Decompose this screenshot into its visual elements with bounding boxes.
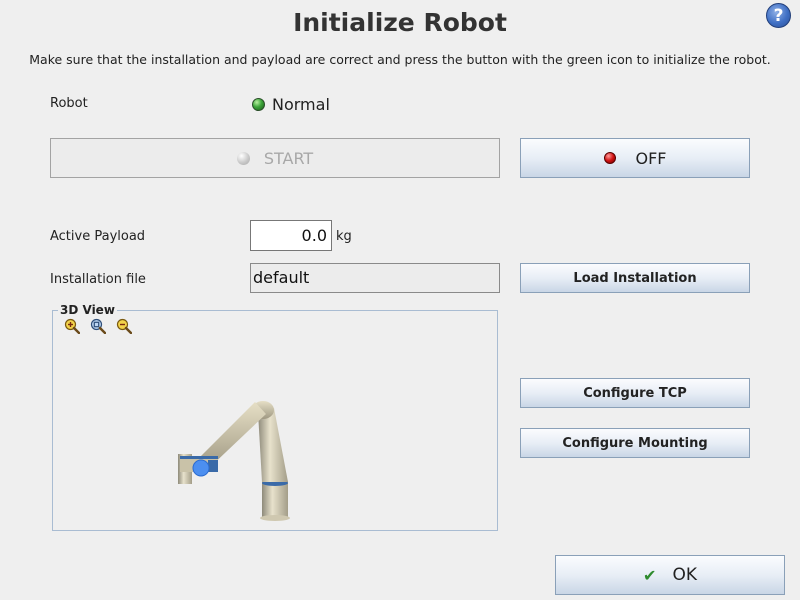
- payload-input[interactable]: [250, 220, 332, 251]
- robot-status-text: Normal: [272, 94, 330, 114]
- ok-button-label: OK: [672, 565, 697, 585]
- start-button[interactable]: START: [50, 138, 500, 178]
- payload-label: Active Payload: [50, 229, 146, 244]
- robot-arm-model: [178, 401, 290, 521]
- off-button[interactable]: OFF: [520, 138, 750, 178]
- payload-unit: kg: [336, 229, 352, 244]
- 3d-view-title: 3D View: [58, 303, 117, 317]
- page-title: Initialize Robot: [293, 8, 507, 37]
- instructions-text: Make sure that the installation and payl…: [29, 52, 771, 67]
- zoom-out-icon[interactable]: [116, 318, 132, 334]
- load-installation-label: Load Installation: [573, 270, 697, 286]
- configure-mounting-label: Configure Mounting: [562, 435, 708, 451]
- off-led-icon: [603, 152, 616, 164]
- off-button-label: OFF: [635, 148, 667, 168]
- zoom-fit-icon[interactable]: [90, 318, 106, 334]
- configure-mounting-button[interactable]: Configure Mounting: [520, 428, 750, 458]
- help-glyph: ?: [773, 5, 784, 26]
- installation-file-label: Installation file: [50, 272, 146, 287]
- ok-button[interactable]: ✔ OK: [555, 555, 785, 595]
- help-icon[interactable]: ?: [766, 3, 791, 28]
- start-button-label: START: [263, 148, 314, 168]
- status-led-icon: [252, 97, 265, 111]
- robot-status: Normal: [252, 94, 330, 114]
- checkmark-icon: ✔: [643, 565, 657, 585]
- zoom-in-icon[interactable]: [64, 318, 80, 334]
- robot-label: Robot: [50, 96, 88, 111]
- configure-tcp-button[interactable]: Configure TCP: [520, 378, 750, 408]
- configure-tcp-label: Configure TCP: [583, 385, 687, 401]
- start-led-icon: [236, 151, 250, 165]
- installation-file-field: default: [250, 263, 500, 293]
- initialize-robot-screen: Initialize Robot ? Make sure that the in…: [0, 0, 800, 600]
- load-installation-button[interactable]: Load Installation: [520, 263, 750, 293]
